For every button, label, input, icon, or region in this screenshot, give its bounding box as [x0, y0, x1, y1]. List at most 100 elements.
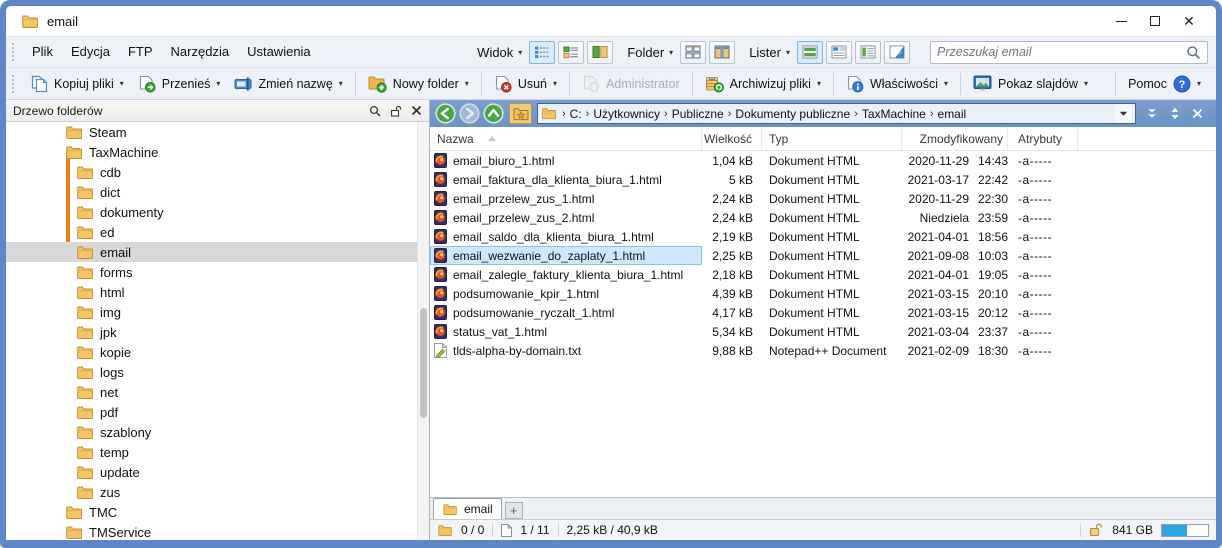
new-tab-button[interactable]: +: [505, 502, 523, 519]
file-row[interactable]: email_przelew_zus_1.html2,24 kBDokument …: [430, 189, 1216, 208]
lock-open-icon[interactable]: [1089, 523, 1104, 537]
search-box[interactable]: [930, 41, 1208, 64]
tree-item-net[interactable]: net: [6, 382, 429, 402]
file-row[interactable]: email_biuro_1.html1,04 kBDokument HTML20…: [430, 151, 1216, 170]
file-name-cell[interactable]: status_vat_1.html: [430, 322, 702, 341]
tree-item-temp[interactable]: temp: [6, 442, 429, 462]
tree-item-dict[interactable]: dict: [6, 182, 429, 202]
breadcrumb-dropdown-button[interactable]: [1115, 104, 1132, 123]
tree-item-forms[interactable]: forms: [6, 262, 429, 282]
tree-item-szablony[interactable]: szablony: [6, 422, 429, 442]
view-details-button[interactable]: [529, 41, 555, 64]
menu-item-ftp[interactable]: FTP: [119, 40, 162, 63]
file-name-cell[interactable]: email_faktura_dla_klienta_biura_1.html: [430, 170, 702, 189]
back-button[interactable]: [435, 103, 456, 124]
menu-item-edycja[interactable]: Edycja: [62, 40, 119, 63]
breadcrumb-taxmachine[interactable]: TaxMachine: [862, 107, 926, 121]
copy-files-button[interactable]: Kopiuj pliki▾: [23, 72, 131, 96]
menu-item-ustawienia[interactable]: Ustawienia: [238, 40, 320, 63]
breadcrumb-c-[interactable]: C:: [570, 107, 582, 121]
move-files-button[interactable]: Przenieś▾: [131, 72, 228, 96]
file-row[interactable]: email_faktura_dla_klienta_biura_1.html5 …: [430, 170, 1216, 189]
file-row[interactable]: status_vat_1.html5,34 kBDokument HTML202…: [430, 322, 1216, 341]
delete-button[interactable]: Usuń▾: [487, 72, 564, 96]
tree-item-tmc[interactable]: TMC: [6, 502, 429, 522]
tree-close-icon[interactable]: [411, 105, 422, 116]
tree-item-zus[interactable]: zus: [6, 482, 429, 502]
new-folder-button[interactable]: Nowy folder▾: [361, 72, 476, 96]
lister-top-button[interactable]: [826, 41, 852, 64]
tree-scrollbar[interactable]: [417, 122, 429, 540]
tree-item-img[interactable]: img: [6, 302, 429, 322]
tree-item-jpk[interactable]: jpk: [6, 322, 429, 342]
lister-dropdown[interactable]: Lister▾: [749, 45, 790, 60]
tree-item-ed[interactable]: ed: [6, 222, 429, 242]
folder-dropdown[interactable]: Folder▾: [627, 45, 673, 60]
slideshow-button[interactable]: Pokaz slajdów▾: [966, 72, 1095, 95]
properties-button[interactable]: Właściwości▾: [839, 72, 955, 96]
tree-search-icon[interactable]: [369, 105, 381, 117]
lister-list-button[interactable]: [855, 41, 881, 64]
widok-dropdown[interactable]: Widok▾: [477, 45, 522, 60]
file-name-cell[interactable]: email_przelew_zus_1.html: [430, 189, 702, 208]
menu-item-plik[interactable]: Plik: [23, 40, 62, 63]
favorites-button[interactable]: [509, 103, 532, 124]
file-name-cell[interactable]: podsumowanie_ryczalt_1.html: [430, 303, 702, 322]
up-button[interactable]: [483, 103, 504, 124]
tree-pin-icon[interactable]: [390, 105, 402, 117]
file-name-cell[interactable]: email_saldo_dla_klienta_biura_1.html: [430, 227, 702, 246]
search-icon[interactable]: [1186, 45, 1201, 60]
rename-button[interactable]: Zmień nazwę▾: [227, 72, 349, 96]
file-name-cell[interactable]: email_zalegle_faktury_klienta_biura_1.ht…: [430, 265, 702, 284]
tree-scrollbar-thumb[interactable]: [420, 308, 427, 418]
tree-item-pdf[interactable]: pdf: [6, 402, 429, 422]
tree-item-html[interactable]: html: [6, 282, 429, 302]
breadcrumb-dokumenty-publiczne[interactable]: Dokumenty publiczne: [735, 107, 850, 121]
column-header-modified[interactable]: Zmodyfikowany: [902, 127, 1008, 150]
tree-item-steam[interactable]: Steam: [6, 122, 429, 142]
tree-item-taxmachine[interactable]: TaxMachine: [6, 142, 429, 162]
archive-button[interactable]: Archiwizuj pliki▾: [698, 72, 828, 96]
tree-item-logs[interactable]: logs: [6, 362, 429, 382]
sort-toggle-button[interactable]: [1169, 107, 1181, 120]
minimize-button[interactable]: [1104, 9, 1138, 33]
file-row[interactable]: email_saldo_dla_klienta_biura_1.html2,19…: [430, 227, 1216, 246]
title-bar[interactable]: email ✕: [6, 6, 1216, 36]
close-button[interactable]: ✕: [1172, 9, 1206, 33]
maximize-button[interactable]: [1138, 9, 1172, 33]
view-tiles-button[interactable]: [558, 41, 584, 64]
column-header-type[interactable]: Typ: [762, 127, 902, 150]
file-row[interactable]: podsumowanie_kpir_1.html4,39 kBDokument …: [430, 284, 1216, 303]
lister-preview-button[interactable]: [884, 41, 910, 64]
file-row[interactable]: email_wezwanie_do_zaplaty_1.html2,25 kBD…: [430, 246, 1216, 265]
file-row[interactable]: email_zalegle_faktury_klienta_biura_1.ht…: [430, 265, 1216, 284]
file-row[interactable]: tlds-alpha-by-domain.txt9,88 kBNotepad++…: [430, 341, 1216, 360]
menubar-grip[interactable]: [12, 43, 15, 61]
tab-email[interactable]: email: [433, 498, 502, 519]
breadcrumb-bar[interactable]: ›C:›Użytkownicy›Publiczne›Dokumenty publ…: [537, 103, 1136, 124]
file-name-cell[interactable]: email_biuro_1.html: [430, 151, 702, 170]
view-columns-button[interactable]: [587, 41, 613, 64]
file-name-cell[interactable]: tlds-alpha-by-domain.txt: [430, 341, 702, 360]
file-name-cell[interactable]: email_przelew_zus_2.html: [430, 208, 702, 227]
tree-item-update[interactable]: update: [6, 462, 429, 482]
file-row[interactable]: email_przelew_zus_2.html2,24 kBDokument …: [430, 208, 1216, 227]
help-button[interactable]: Pomoc ? ▾: [1121, 72, 1208, 96]
search-input[interactable]: [937, 45, 1186, 59]
folder-grid-button[interactable]: [680, 41, 706, 64]
forward-button[interactable]: [459, 103, 480, 124]
tree-item-email[interactable]: email: [6, 242, 429, 262]
column-header-attributes[interactable]: Atrybuty: [1008, 127, 1078, 150]
file-row[interactable]: podsumowanie_ryczalt_1.html4,17 kBDokume…: [430, 303, 1216, 322]
folder-panels-button[interactable]: [709, 41, 735, 64]
menu-item-narzędzia[interactable]: Narzędzia: [162, 40, 239, 63]
file-name-cell[interactable]: email_wezwanie_do_zaplaty_1.html: [430, 246, 702, 265]
collapse-panel-button[interactable]: [1146, 108, 1158, 120]
tree-item-cdb[interactable]: cdb: [6, 162, 429, 182]
breadcrumb-u-ytkownicy[interactable]: Użytkownicy: [593, 107, 660, 121]
column-header-name[interactable]: Nazwa: [430, 127, 702, 150]
breadcrumb-publiczne[interactable]: Publiczne: [672, 107, 724, 121]
lister-horizontal-button[interactable]: [797, 41, 823, 64]
breadcrumb-email[interactable]: email: [938, 107, 967, 121]
toolbar-grip[interactable]: [12, 75, 15, 93]
